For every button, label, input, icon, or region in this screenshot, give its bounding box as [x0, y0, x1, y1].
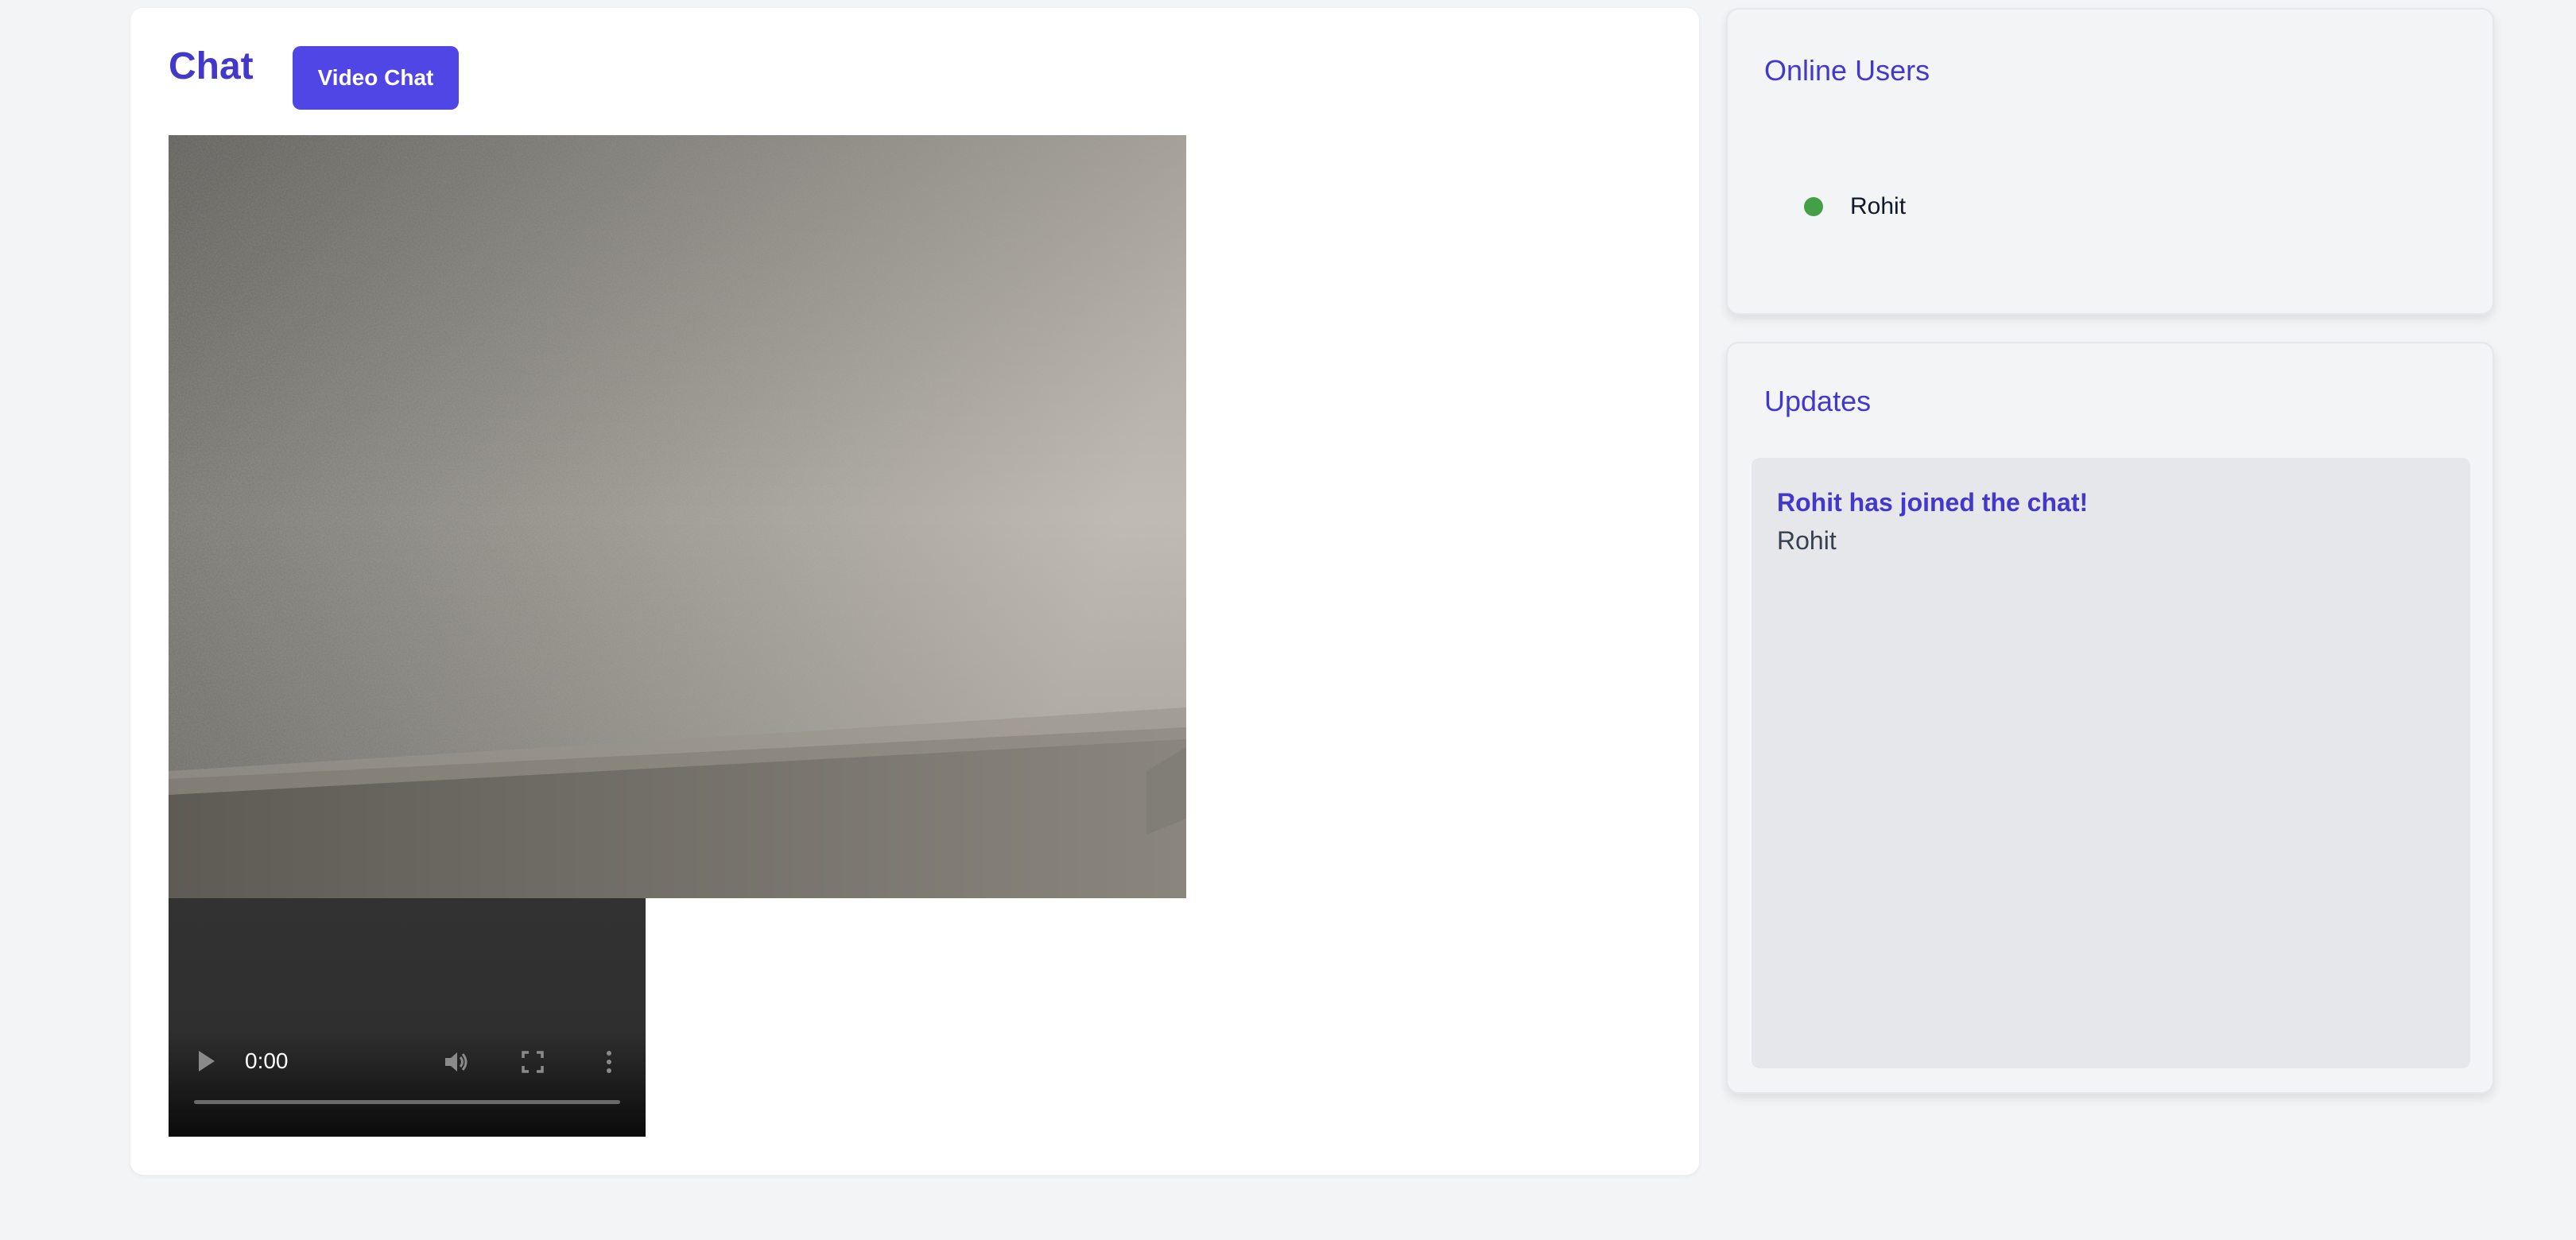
play-icon[interactable] — [199, 1051, 215, 1071]
video-chat-button[interactable]: Video Chat — [293, 46, 459, 110]
online-users-title: Online Users — [1764, 54, 1930, 87]
updates-title: Updates — [1764, 385, 1872, 417]
online-user-name: Rohit — [1850, 193, 1907, 219]
status-dot-icon — [1804, 197, 1823, 216]
camera-feed-image — [169, 135, 1186, 898]
main-video-feed[interactable] — [169, 135, 1186, 898]
video-time: 0:00 — [245, 1048, 289, 1073]
online-user-item: Rohit — [1804, 191, 1906, 223]
chat-panel: Chat Video Chat 0:00 — [130, 8, 1699, 1175]
update-item-body: Rohit — [1777, 526, 1837, 555]
local-video-player[interactable]: 0:00 — [169, 898, 646, 1137]
updates-list: Rohit has joined the chat! Rohit — [1752, 458, 2470, 1068]
fullscreen-icon[interactable] — [517, 1046, 549, 1078]
volume-icon[interactable] — [440, 1046, 472, 1078]
video-progress-bar[interactable] — [194, 1100, 620, 1104]
more-options-icon[interactable] — [593, 1046, 625, 1078]
chat-title: Chat — [169, 45, 254, 87]
update-item-title: Rohit has joined the chat! — [1777, 488, 2089, 517]
online-users-card: Online Users Rohit — [1726, 8, 2494, 315]
updates-card: Updates Rohit has joined the chat! Rohit — [1726, 342, 2494, 1094]
